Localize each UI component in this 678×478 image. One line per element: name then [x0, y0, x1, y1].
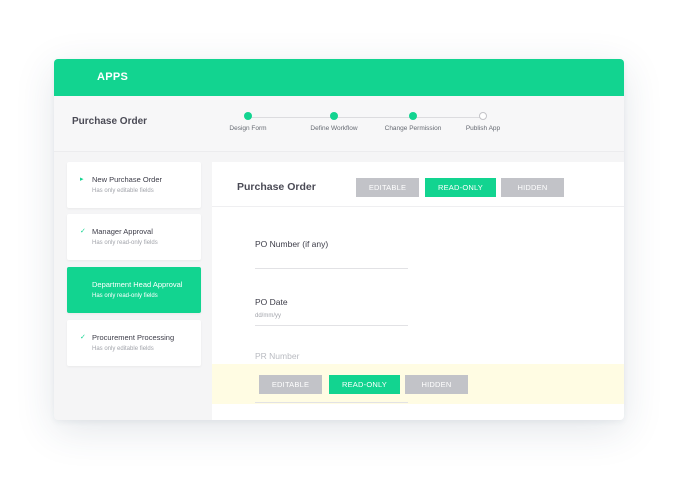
form-panel: Purchase Order EDITABLE READ-ONLY HIDDEN… [212, 162, 624, 420]
sidebar-item-manager-approval[interactable]: ✓ Manager Approval Has only read-only fi… [67, 214, 201, 260]
field-hidden-button[interactable]: HIDDEN [405, 375, 468, 394]
step-label: Design Form [229, 125, 267, 132]
po-date-field[interactable] [255, 325, 408, 326]
step-design-form[interactable]: Design Form [203, 112, 293, 132]
sidebar-item-new-purchase-order[interactable]: ▸ New Purchase Order Has only editable f… [67, 162, 201, 208]
sidebar-item-department-head-approval[interactable]: Department Head Approval Has only read-o… [67, 267, 201, 313]
form-panel-header: Purchase Order EDITABLE READ-ONLY HIDDEN [212, 162, 624, 207]
step-define-workflow[interactable]: Define Workflow [289, 112, 379, 132]
step-label: Publish App [465, 125, 501, 132]
field-label-pr-number: PR Number [255, 351, 300, 361]
po-number-field[interactable] [255, 268, 408, 269]
sidebar-item-procurement-processing[interactable]: ✓ Procurement Processing Has only editab… [67, 320, 201, 366]
field-permission-toolbar: EDITABLE READ-ONLY HIDDEN [212, 364, 624, 404]
field-editable-button[interactable]: EDITABLE [259, 375, 322, 394]
step-done-dot-icon [330, 112, 338, 120]
app-window: APPS Purchase Order Design Form Define W… [54, 59, 624, 420]
app-topbar: APPS [54, 59, 624, 96]
step-label: Define Workflow [310, 125, 358, 132]
check-icon: ✓ [80, 334, 86, 341]
step-done-dot-icon [409, 112, 417, 120]
form-editable-button[interactable]: EDITABLE [356, 178, 419, 197]
page-title: Purchase Order [72, 116, 148, 127]
sidebar-item-label: Manager Approval [92, 227, 153, 236]
step-done-dot-icon [244, 112, 252, 120]
field-read-only-button[interactable]: READ-ONLY [329, 375, 400, 394]
po-date-placeholder: dd/mm/yy [255, 313, 282, 319]
pr-number-field[interactable] [255, 402, 408, 403]
field-label-po-number: PO Number (if any) [255, 239, 329, 249]
sidebar-item-description: Has only editable fields [92, 188, 154, 194]
sidebar-item-description: Has only read-only fields [92, 240, 158, 246]
field-label-po-date: PO Date [255, 297, 288, 307]
step-publish-app[interactable]: Publish App [438, 112, 528, 132]
step-pending-dot-icon [479, 112, 487, 120]
sidebar-item-description: Has only read-only fields [92, 293, 158, 299]
play-arrow-icon: ▸ [80, 176, 84, 183]
page-header: Purchase Order Design Form Define Workfl… [54, 96, 624, 152]
form-read-only-button[interactable]: READ-ONLY [425, 178, 496, 197]
form-hidden-button[interactable]: HIDDEN [501, 178, 564, 197]
form-title: Purchase Order [237, 181, 316, 193]
sidebar-item-description: Has only editable fields [92, 346, 154, 352]
sidebar-item-label: Procurement Processing [92, 333, 175, 342]
app-title: APPS [97, 71, 129, 83]
sidebar-item-label: New Purchase Order [92, 175, 163, 184]
sidebar-item-label: Department Head Approval [92, 280, 183, 289]
check-icon: ✓ [80, 228, 86, 235]
